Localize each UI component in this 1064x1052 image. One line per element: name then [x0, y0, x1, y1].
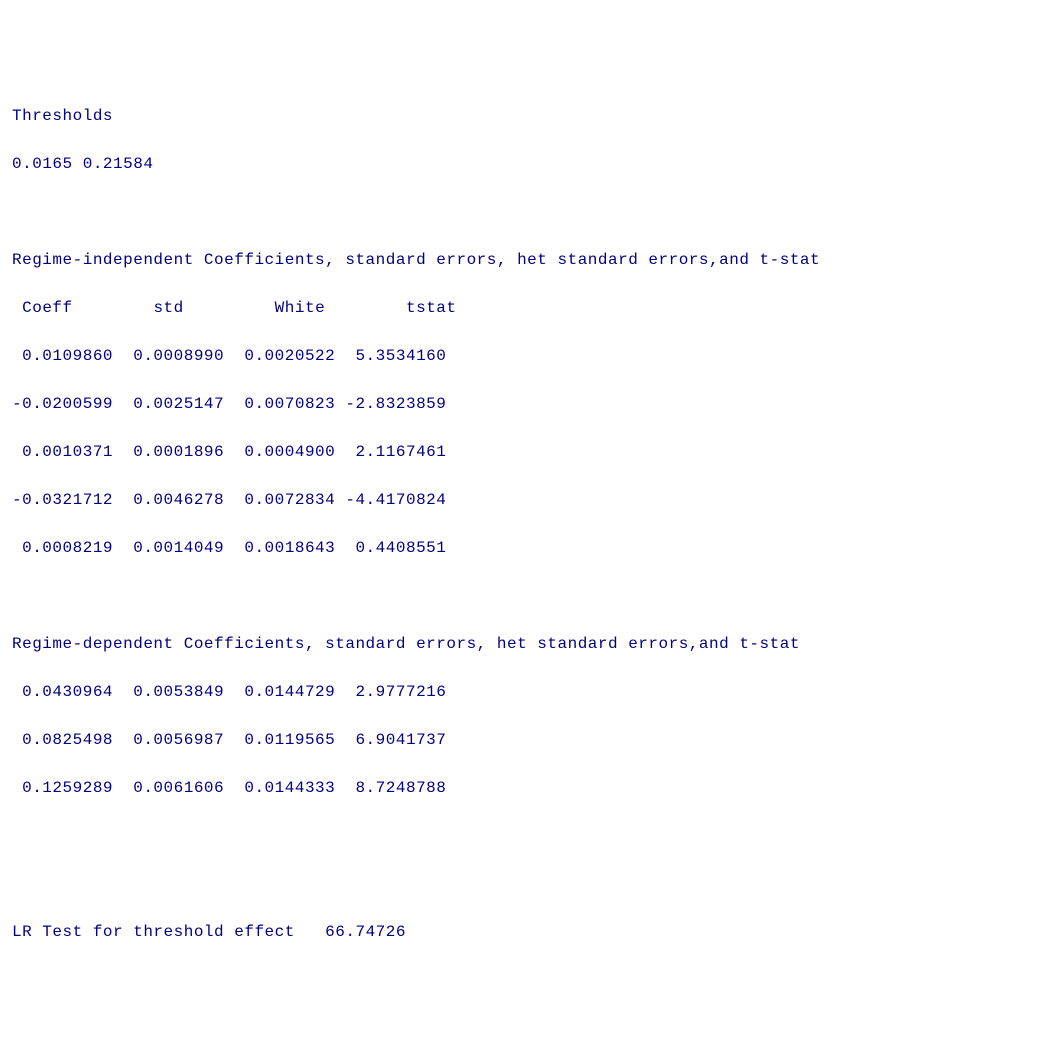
blank-line: [12, 824, 1052, 848]
table-row: 0.0430964 0.0053849 0.0144729 2.9777216: [12, 680, 1052, 704]
header-std: std: [153, 299, 183, 317]
header-tstat: tstat: [406, 299, 457, 317]
header-coeff: Coeff: [22, 299, 73, 317]
table-row: 0.0010371 0.0001896 0.0004900 2.1167461: [12, 440, 1052, 464]
table-row: 0.0008219 0.0014049 0.0018643 0.4408551: [12, 536, 1052, 560]
table-row: -0.0200599 0.0025147 0.0070823 -2.832385…: [12, 392, 1052, 416]
lr-test-label: LR Test for threshold effect: [12, 923, 295, 941]
blank-line: [12, 968, 1052, 992]
thresholds-label: Thresholds: [12, 104, 1052, 128]
blank-line: [12, 584, 1052, 608]
blank-line: [12, 1016, 1052, 1040]
lr-test-value: 66.74726: [325, 923, 406, 941]
table-header: Coeff std White tstat: [12, 296, 1052, 320]
regime-dependent-title: Regime-dependent Coefficients, standard …: [12, 632, 1052, 656]
header-white: White: [275, 299, 326, 317]
table-row: 0.1259289 0.0061606 0.0144333 8.7248788: [12, 776, 1052, 800]
table-row: -0.0321712 0.0046278 0.0072834 -4.417082…: [12, 488, 1052, 512]
lr-test-line: LR Test for threshold effect 66.74726: [12, 920, 1052, 944]
table-row: 0.0109860 0.0008990 0.0020522 5.3534160: [12, 344, 1052, 368]
blank-line: [12, 200, 1052, 224]
thresholds-values: 0.0165 0.21584: [12, 152, 1052, 176]
blank-line: [12, 872, 1052, 896]
table-row: 0.0825498 0.0056987 0.0119565 6.9041737: [12, 728, 1052, 752]
regime-independent-title: Regime-independent Coefficients, standar…: [12, 248, 1052, 272]
